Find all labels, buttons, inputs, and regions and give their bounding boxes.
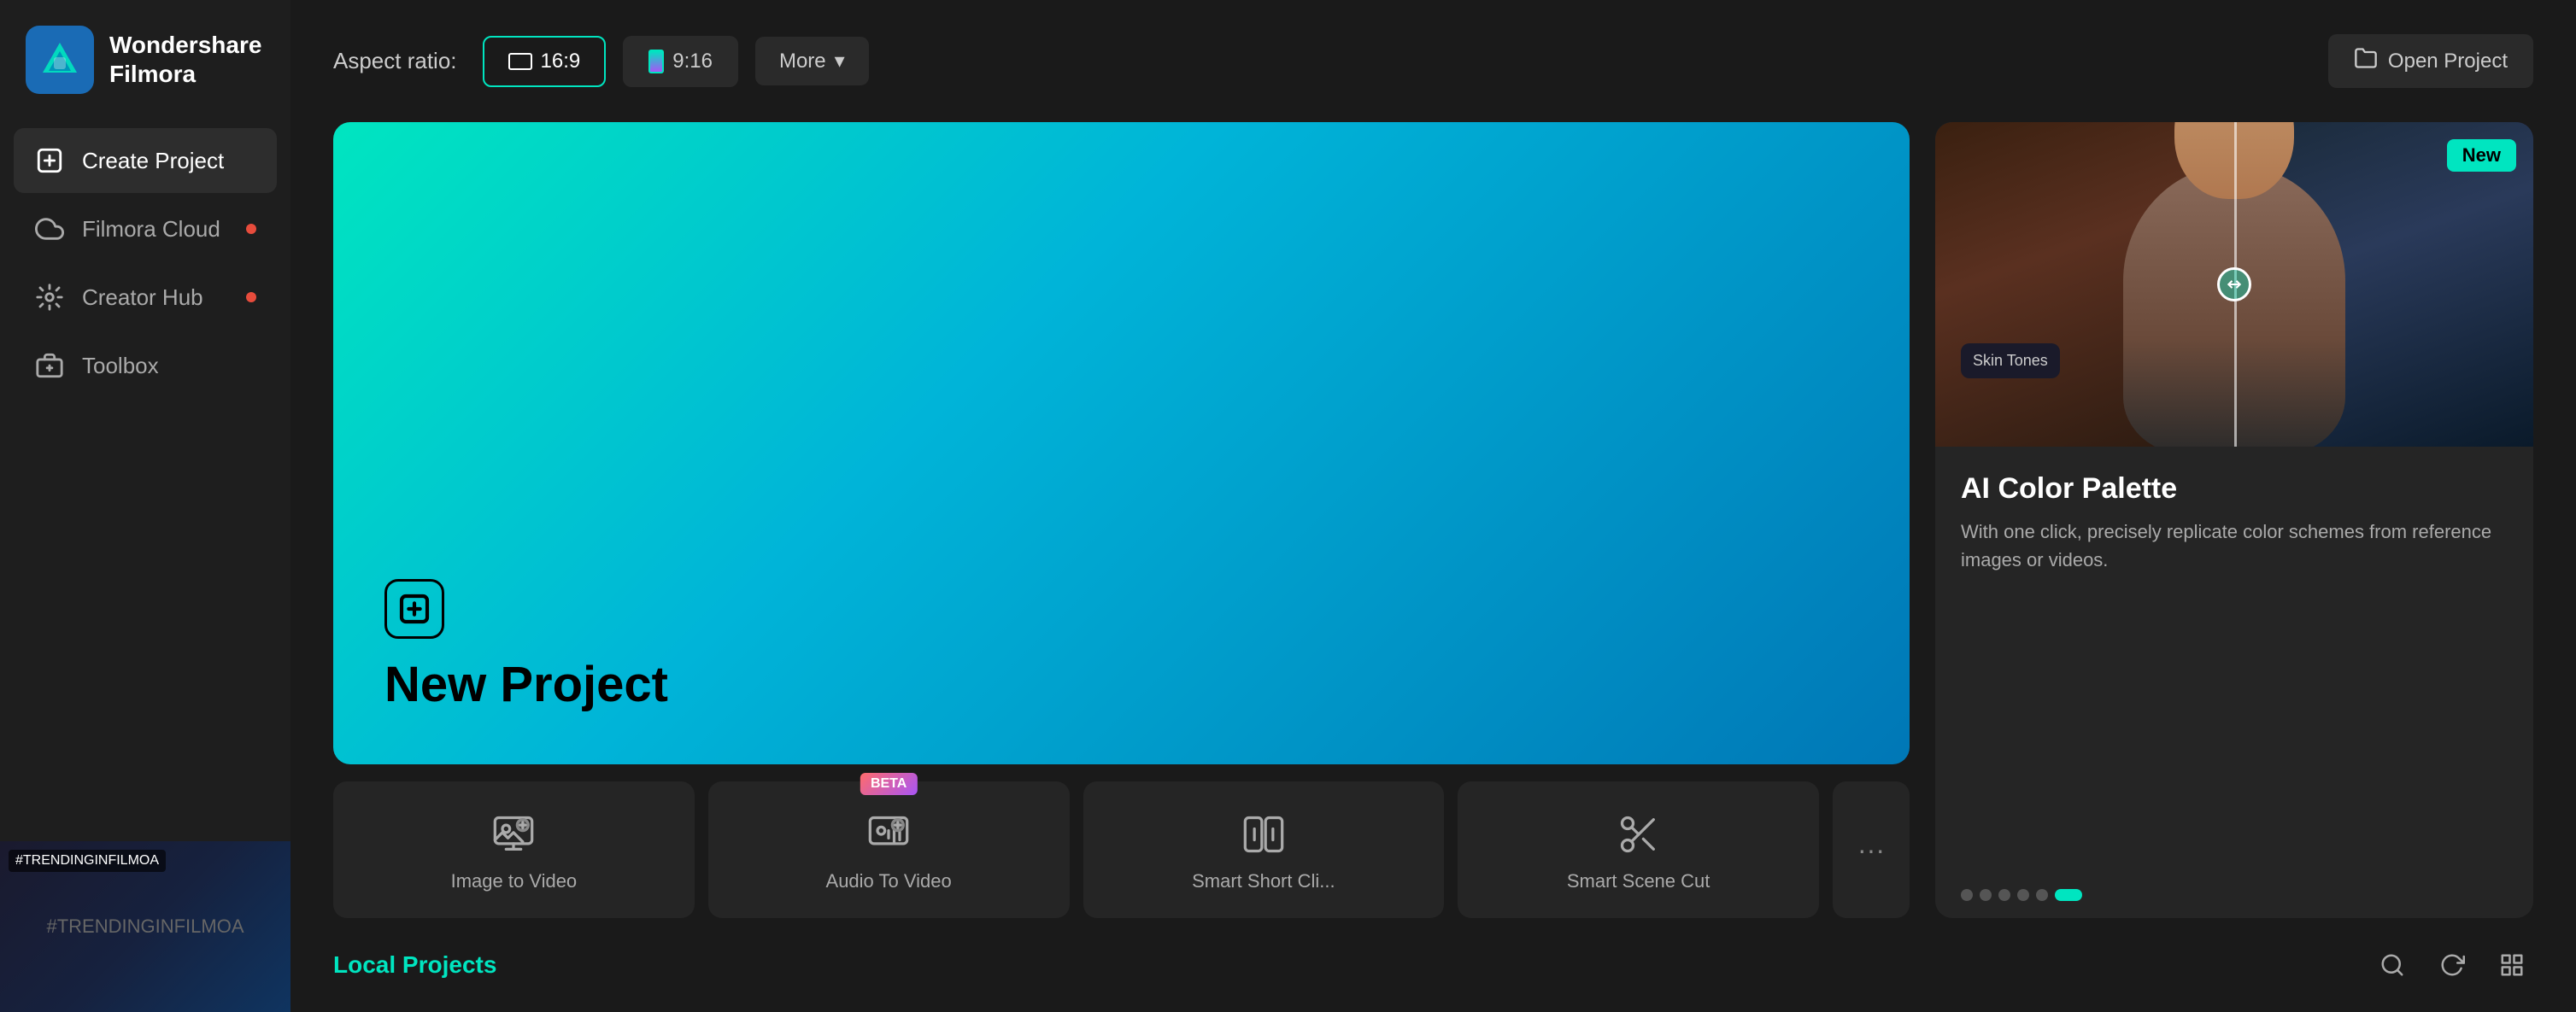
filmora-cloud-label: Filmora Cloud — [82, 216, 220, 243]
portrait-icon — [648, 50, 664, 73]
toolbar: Aspect ratio: 16:9 9:16 More ▾ Open Proj… — [333, 34, 2533, 88]
compare-circle — [2217, 267, 2251, 301]
carousel-dot-2[interactable] — [1980, 889, 1992, 901]
beta-badge: BETA — [860, 773, 917, 795]
feature-title: AI Color Palette — [1961, 472, 2508, 506]
left-panel: New Project — [333, 122, 1910, 918]
more-button[interactable]: More ▾ — [755, 37, 869, 85]
sidebar: Wondershare Filmora Create Project Filmo… — [0, 0, 290, 1012]
smart-scene-cut-label: Smart Scene Cut — [1567, 870, 1710, 892]
toolbox-icon — [34, 350, 65, 381]
carousel-dot-4[interactable] — [2017, 889, 2029, 901]
skin-tones-box: Skin Tones — [1961, 343, 2060, 378]
logo-icon — [26, 26, 94, 94]
main-content: Aspect ratio: 16:9 9:16 More ▾ Open Proj… — [290, 0, 2576, 1012]
aspect-9-16-button[interactable]: 9:16 — [623, 36, 738, 87]
creator-hub-icon — [34, 282, 65, 313]
audio-to-video-label: Audio To Video — [826, 870, 952, 892]
open-project-label: Open Project — [2388, 50, 2508, 73]
carousel-dot-6[interactable] — [2055, 889, 2082, 901]
aspect-ratio-label: Aspect ratio: — [333, 48, 457, 74]
folder-icon — [2354, 46, 2378, 76]
sidebar-item-toolbox[interactable]: Toolbox — [14, 333, 277, 398]
grid-view-button[interactable] — [2491, 944, 2533, 986]
sidebar-item-filmora-cloud[interactable]: Filmora Cloud — [14, 196, 277, 261]
new-project-card[interactable]: New Project — [333, 122, 1910, 764]
refresh-projects-button[interactable] — [2431, 944, 2473, 986]
sidebar-item-creator-hub[interactable]: Creator Hub — [14, 265, 277, 330]
creator-hub-dot — [246, 292, 256, 302]
feature-image: New — [1935, 122, 2533, 447]
local-projects-section: Local Projects — [333, 944, 2533, 986]
action-smart-scene-cut[interactable]: Smart Scene Cut — [1458, 781, 1819, 918]
chevron-down-icon: ▾ — [835, 49, 845, 73]
open-project-button[interactable]: Open Project — [2328, 34, 2533, 88]
creator-hub-label: Creator Hub — [82, 284, 203, 311]
more-actions-button[interactable]: ··· — [1833, 781, 1910, 918]
toolbox-label: Toolbox — [82, 353, 159, 379]
carousel-dot-1[interactable] — [1961, 889, 1973, 901]
carousel-dot-5[interactable] — [2036, 889, 2048, 901]
quick-actions: Image to Video BETA — [333, 781, 1910, 918]
trending-badge: #TRENDINGINFILMOA — [9, 850, 166, 872]
image-to-video-icon — [491, 812, 536, 857]
smart-scene-cut-icon — [1617, 812, 1661, 857]
new-badge: New — [2447, 139, 2516, 172]
action-audio-to-video[interactable]: BETA Audio To Video — [708, 781, 1070, 918]
audio-to-video-icon — [866, 812, 911, 857]
landscape-icon — [508, 53, 532, 70]
ellipsis-icon: ··· — [1857, 834, 1885, 866]
create-project-label: Create Project — [82, 148, 224, 174]
sidebar-thumbnail: #TRENDINGINFILMOA #TRENDINGINFILMOA — [0, 841, 290, 1012]
aspect-16-9-button[interactable]: 16:9 — [483, 36, 607, 87]
smart-short-clip-icon — [1241, 812, 1286, 857]
action-smart-short-clip[interactable]: Smart Short Cli... — [1083, 781, 1445, 918]
feature-panel: New — [1935, 122, 2533, 918]
content-row: New Project — [333, 122, 2533, 918]
local-projects-label: Local Projects — [333, 951, 496, 979]
new-project-icon — [384, 579, 444, 639]
image-to-video-label: Image to Video — [451, 870, 578, 892]
app-name: Wondershare Filmora — [109, 31, 261, 88]
more-label: More — [779, 50, 826, 73]
carousel-dots — [1935, 872, 2533, 918]
action-image-to-video[interactable]: Image to Video — [333, 781, 695, 918]
sidebar-item-create-project[interactable]: Create Project — [14, 128, 277, 193]
feature-content: AI Color Palette With one click, precise… — [1935, 447, 2533, 872]
search-projects-button[interactable] — [2371, 944, 2414, 986]
aspect-9-16-label: 9:16 — [672, 50, 713, 73]
feature-description: With one click, precisely replicate colo… — [1961, 518, 2508, 574]
app-logo: Wondershare Filmora — [0, 0, 290, 120]
filmora-cloud-icon — [34, 214, 65, 244]
smart-short-clip-label: Smart Short Cli... — [1192, 870, 1335, 892]
carousel-dot-3[interactable] — [1998, 889, 2010, 901]
new-project-title: New Project — [384, 656, 1858, 713]
aspect-16-9-label: 16:9 — [541, 50, 581, 73]
projects-actions — [2371, 944, 2533, 986]
filmora-cloud-dot — [246, 224, 256, 234]
sidebar-nav: Create Project Filmora Cloud Creator Hub — [0, 120, 290, 841]
create-project-icon — [34, 145, 65, 176]
